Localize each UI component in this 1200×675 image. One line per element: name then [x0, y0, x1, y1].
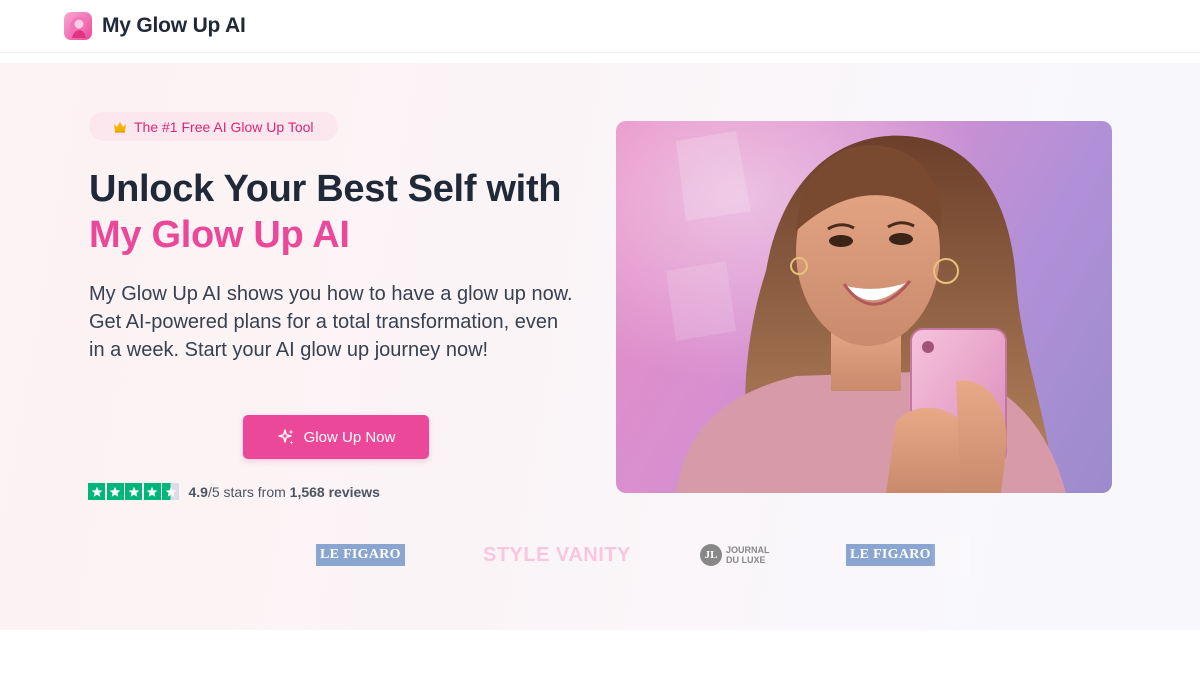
- rating-text: 4.9/5 stars from 1,568 reviews: [189, 484, 380, 500]
- star-icon: [125, 483, 142, 500]
- top-navbar: My Glow Up AI: [0, 0, 1200, 53]
- journal-du-luxe-mark-icon: JL: [700, 544, 722, 566]
- press-logo-style-vanity: STYLE VANITY: [483, 543, 631, 566]
- star-icon: [106, 483, 124, 500]
- cta-label: Glow Up Now: [303, 428, 396, 446]
- headline-line1: Unlock Your Best Self with: [89, 168, 562, 210]
- glow-up-now-button[interactable]: Glow Up Now: [243, 415, 429, 459]
- crown-icon: [114, 121, 126, 133]
- headline-accent: My Glow Up AI: [89, 214, 350, 256]
- star-icon: [143, 483, 161, 500]
- star-icon: [88, 483, 105, 500]
- marquee-fade: [930, 536, 970, 576]
- rating-stars: [88, 483, 181, 500]
- rating-out-of: /5 stars from: [207, 483, 290, 500]
- press-logo-journal-du-luxe: JL JOURNAL DU LUXE: [700, 536, 782, 574]
- trustpilot-rating: 4.9/5 stars from 1,568 reviews: [88, 483, 380, 500]
- brand-link[interactable]: My Glow Up AI: [64, 12, 246, 40]
- hero-lead: My Glow Up AI shows you how to have a gl…: [89, 283, 573, 361]
- journal-du-luxe-wordmark: JOURNAL DU LUXE: [726, 545, 770, 565]
- sparkles-icon: [277, 429, 294, 445]
- press-logo-le-figaro-2: LE FIGARO: [846, 536, 935, 574]
- half-star-icon: [162, 483, 179, 500]
- press-logos: LE FIGARO STYLE VANITY JL JOURNAL DU LUX…: [300, 536, 970, 576]
- rating-reviews: 1,568 reviews: [289, 483, 380, 500]
- press-logo-le-figaro: LE FIGARO: [316, 536, 405, 574]
- hero-badge: The #1 Free AI Glow Up Tool: [89, 112, 338, 141]
- brand-name: My Glow Up AI: [102, 14, 246, 37]
- hero-headline: Unlock Your Best Self with My Glow Up AI: [89, 166, 589, 258]
- woman-with-phone-photo: [616, 121, 1112, 493]
- badge-label: The #1 Free AI Glow Up Tool: [134, 118, 314, 135]
- rating-score: 4.9: [188, 483, 208, 500]
- woman-silhouette-icon: [64, 12, 92, 40]
